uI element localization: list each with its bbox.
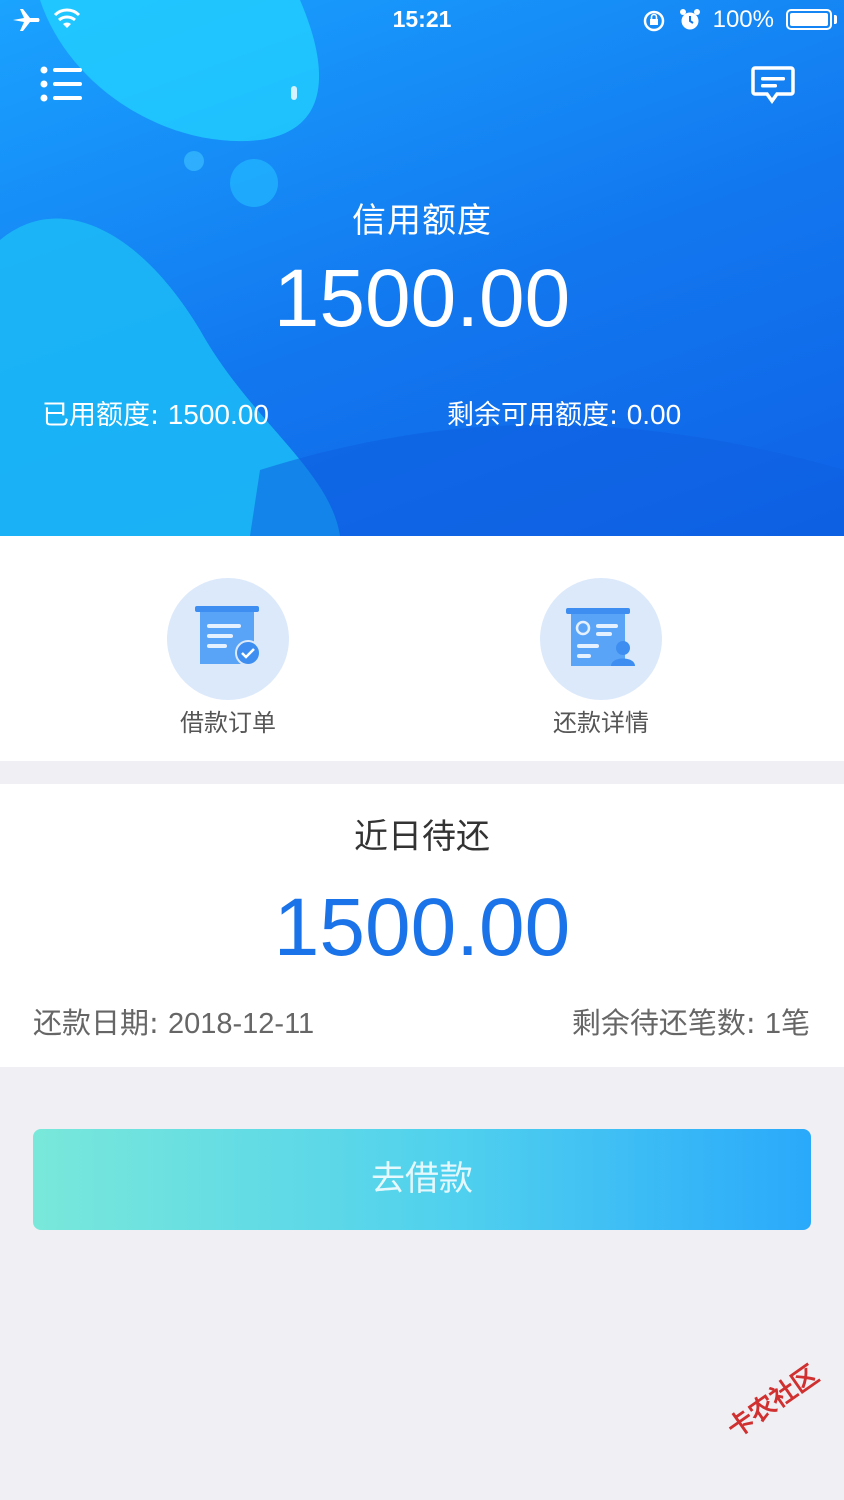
loan-order-icon xyxy=(195,606,261,666)
remaining-credit-label: 剩余可用额度: xyxy=(447,400,627,431)
loan-order-shortcut[interactable]: 借款订单 xyxy=(138,578,318,738)
used-credit: 已用额度: 1500.00 xyxy=(42,393,269,432)
loan-order-label: 借款订单 xyxy=(180,709,276,737)
repayment-date-value: 2018-12-11 xyxy=(168,1008,315,1040)
remaining-count-value: 1笔 xyxy=(764,1008,810,1040)
upcoming-repayment-card: 近日待还 1500.00 还款日期: 2018-12-11 剩余待还笔数: 1笔 xyxy=(0,784,844,1067)
alarm-icon xyxy=(680,9,700,30)
credit-limit-title: 信用额度 xyxy=(352,201,492,241)
borrow-button[interactable]: 去借款 xyxy=(33,1129,811,1230)
battery-tip xyxy=(834,15,837,24)
used-credit-value: 1500.00 xyxy=(167,399,269,430)
menu-icon[interactable] xyxy=(40,66,84,102)
battery-icon xyxy=(786,9,832,30)
used-credit-label: 已用额度: xyxy=(42,400,168,431)
upcoming-repayment-amount: 1500.00 xyxy=(273,882,571,973)
repayment-date: 还款日期: 2018-12-11 xyxy=(33,1000,314,1042)
loan-order-icon-circle xyxy=(167,578,289,700)
message-icon[interactable] xyxy=(751,66,795,104)
upcoming-repayment-title: 近日待还 xyxy=(354,817,490,857)
credit-limit-amount: 1500.00 xyxy=(273,253,571,344)
repayment-details-icon-circle xyxy=(540,578,662,700)
battery-percentage: 100% xyxy=(712,6,774,33)
repayment-details-label: 还款详情 xyxy=(553,709,649,737)
remaining-credit-value: 0.00 xyxy=(626,399,682,430)
remaining-count-label: 剩余待还笔数: xyxy=(571,1006,765,1040)
credit-header: 15:21 100% 信用额度 1500.00 已用额度: 1500.00 剩余… xyxy=(0,0,844,536)
status-bar: 15:21 100% xyxy=(0,0,844,42)
remaining-credit: 剩余可用额度: 0.00 xyxy=(447,393,681,432)
repayment-details-shortcut[interactable]: 还款详情 xyxy=(511,578,691,738)
shortcut-panel: 借款订单 还款详情 xyxy=(0,536,844,761)
orientation-lock-icon xyxy=(643,10,665,32)
remaining-repayment-count: 剩余待还笔数: 1笔 xyxy=(572,1000,810,1042)
repayment-date-label: 还款日期: xyxy=(33,1006,168,1040)
repayment-details-icon xyxy=(566,608,635,666)
watermark: 卡农社区 xyxy=(722,1359,825,1445)
